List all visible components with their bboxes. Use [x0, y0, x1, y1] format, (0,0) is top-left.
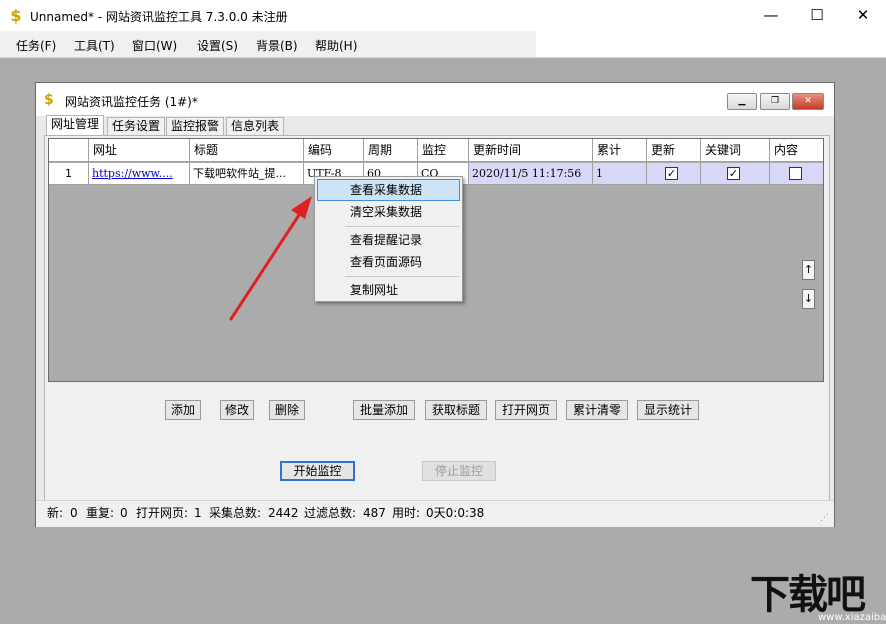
watermark: 下载吧 www.xiazaiba.com [742, 562, 886, 624]
watermark-url: www.xiazaiba.com [818, 612, 886, 623]
annotation-arrow-icon [229, 196, 312, 321]
